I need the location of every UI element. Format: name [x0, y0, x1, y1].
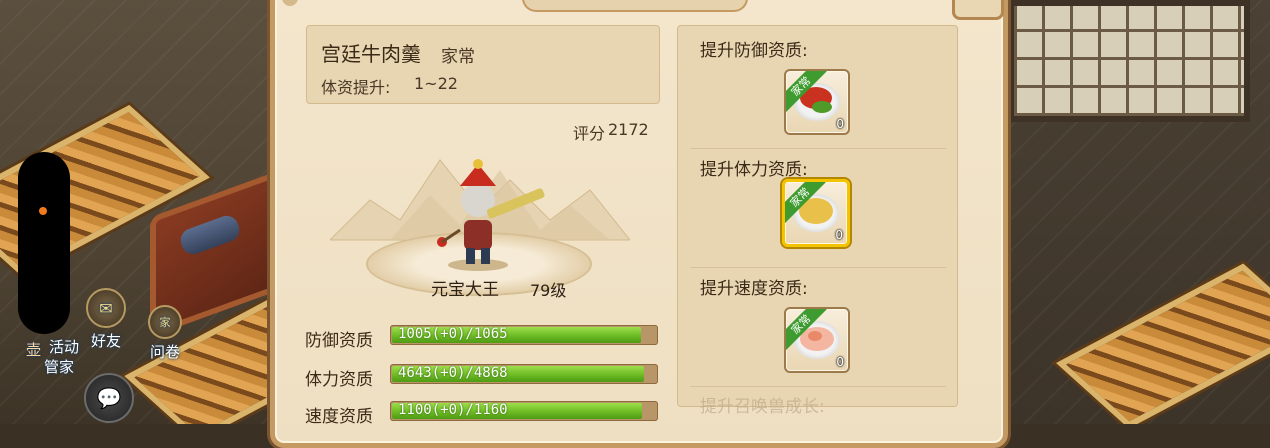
- red-label: 壶: [26, 341, 42, 359]
- section-label: 提升速度资质:: [700, 279, 808, 299]
- food-quantity: 0: [836, 355, 844, 369]
- stat-bar: 1100(+0)/1160: [390, 401, 658, 421]
- food-item-slot[interactable]: 家常 0: [784, 307, 850, 373]
- pet-level: 79级: [530, 281, 567, 300]
- stat-label: 速度资质: [305, 407, 373, 427]
- butler-label[interactable]: 管家: [44, 356, 74, 377]
- food-item-slot[interactable]: 家常 0: [782, 179, 850, 247]
- food-quantity: 0: [835, 228, 843, 242]
- survey-label: 问卷: [149, 343, 180, 361]
- section-divider: [690, 148, 946, 149]
- pet-name: 元宝大王: [431, 280, 499, 300]
- pet-character[interactable]: [420, 150, 560, 275]
- score-value: 2172: [608, 120, 649, 139]
- section-label: 提升防御资质:: [700, 41, 808, 61]
- food-name: 宫廷牛肉羹: [321, 42, 421, 66]
- close-button[interactable]: [952, 0, 1004, 20]
- mail-icon: ✉: [86, 288, 126, 328]
- survey-button[interactable]: 家 问卷: [148, 305, 182, 362]
- stat-bar: 4643(+0)/4868: [390, 364, 658, 384]
- survey-icon: 家: [148, 305, 182, 339]
- friends-button[interactable]: ✉ 好友: [86, 288, 126, 351]
- shrimp-dish-icon: [808, 331, 822, 341]
- section-label: 提升体力资质:: [700, 160, 808, 180]
- food-bonus-label: 体资提升:: [321, 78, 391, 97]
- stat-value: 1005(+0)/1065: [398, 326, 508, 342]
- stat-value: 4643(+0)/4868: [398, 365, 508, 381]
- friends-label: 好友: [90, 332, 121, 350]
- chat-button[interactable]: 💬: [84, 373, 134, 423]
- panel-top-tab: [522, 0, 748, 12]
- section-divider: [690, 386, 946, 387]
- food-type: 家常: [441, 47, 475, 67]
- folding-screen: [1008, 0, 1250, 122]
- stat-value: 1100(+0)/1160: [398, 402, 508, 418]
- stat-bar: 1005(+0)/1065: [390, 325, 658, 345]
- section-divider: [690, 267, 946, 268]
- stat-label: 体力资质: [305, 370, 373, 390]
- growth-section-label: 提升召唤兽成长:: [700, 397, 825, 417]
- activity-label: 活动: [48, 338, 79, 356]
- food-quantity: 0: [836, 117, 844, 131]
- food-bonus-range: 1~22: [414, 74, 458, 93]
- stat-label: 防御资质: [305, 331, 373, 351]
- food-item-slot[interactable]: 家常 0: [784, 69, 850, 135]
- chat-bubble-icon: 💬: [96, 386, 122, 410]
- notification-dot: [39, 207, 47, 215]
- braised-pork-icon: [812, 101, 832, 113]
